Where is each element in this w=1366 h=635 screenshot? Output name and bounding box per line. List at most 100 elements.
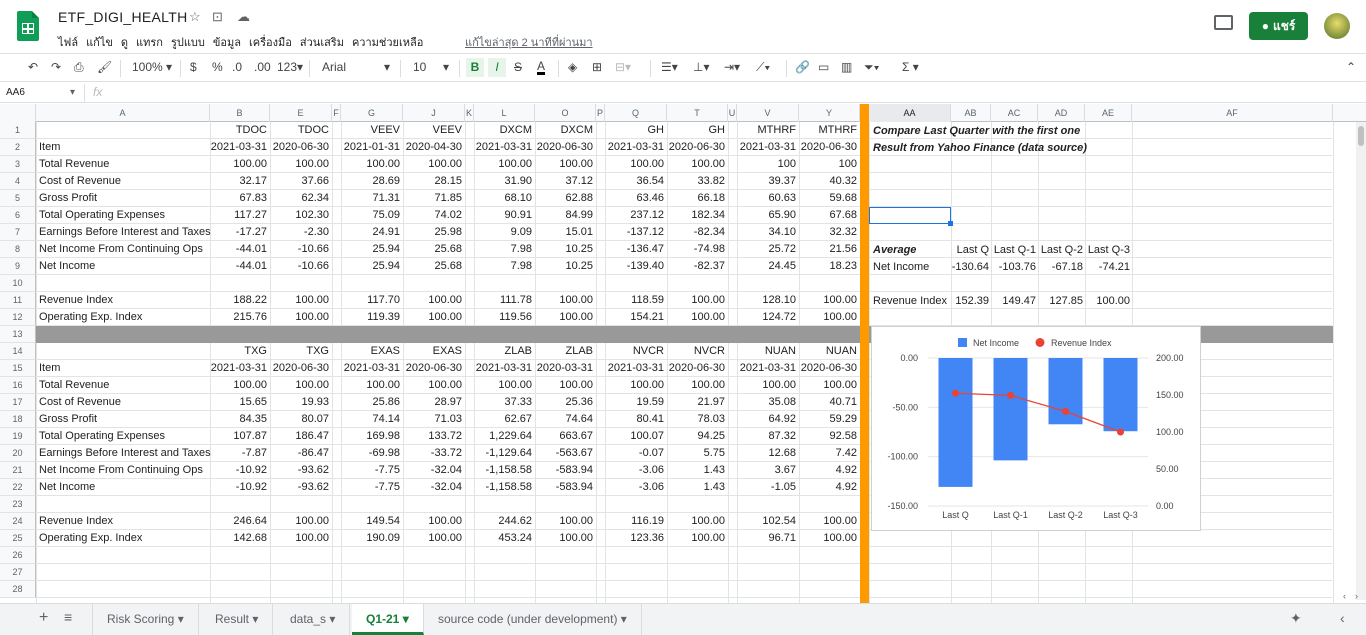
cell[interactable]: -74.98 [667, 241, 725, 257]
horizontal-align-icon[interactable]: ☰▾ [661, 60, 678, 74]
cell[interactable]: 37.33 [474, 394, 532, 410]
cell[interactable]: 118.59 [605, 292, 664, 308]
cell[interactable]: 71.03 [403, 411, 462, 427]
cell[interactable]: -69.98 [341, 445, 400, 461]
cell[interactable]: 663.67 [535, 428, 593, 444]
cell[interactable]: 100.00 [474, 377, 532, 393]
cell[interactable]: 2020-06-30 [799, 360, 857, 376]
column-header-selected[interactable]: AA [869, 104, 951, 122]
cell[interactable]: 7.42 [799, 445, 857, 461]
cell[interactable]: TDOC [210, 122, 267, 138]
cell[interactable]: 68.10 [474, 190, 532, 206]
row-header[interactable]: 15 [0, 360, 36, 377]
cell[interactable]: 94.25 [667, 428, 725, 444]
cell[interactable]: 100.00 [535, 377, 593, 393]
cell[interactable]: 169.98 [341, 428, 400, 444]
column-header[interactable]: AD [1038, 104, 1085, 122]
cell[interactable]: 453.24 [474, 530, 532, 546]
scroll-right-icon[interactable]: › [1355, 591, 1358, 601]
cell[interactable]: 92.58 [799, 428, 857, 444]
bold-button[interactable]: B [466, 58, 484, 77]
cell[interactable]: 1,229.64 [474, 428, 532, 444]
column-header[interactable]: E [270, 104, 332, 122]
cell[interactable]: -10.66 [270, 258, 329, 274]
cell[interactable]: 31.90 [474, 173, 532, 189]
cell[interactable]: 100.00 [403, 309, 462, 325]
all-sheets-icon[interactable]: ≡ [64, 609, 72, 625]
cell[interactable]: TXG [210, 343, 267, 359]
cell[interactable]: -1,129.64 [474, 445, 532, 461]
cell[interactable]: 59.29 [799, 411, 857, 427]
cell[interactable]: 37.12 [535, 173, 593, 189]
cell[interactable]: 100.00 [535, 156, 593, 172]
text-wrap-icon[interactable]: ⇥▾ [724, 60, 740, 74]
column-header[interactable]: P [596, 104, 605, 122]
cell[interactable]: -7.75 [341, 462, 400, 478]
cell[interactable]: NUAN [799, 343, 857, 359]
cell[interactable]: 111.78 [474, 292, 532, 308]
cell[interactable]: 67.83 [210, 190, 267, 206]
cell[interactable]: 100.00 [799, 377, 857, 393]
cell[interactable]: 2021-03-31 [474, 139, 532, 155]
column-header[interactable]: AC [991, 104, 1038, 122]
menu-insert[interactable]: แทรก [136, 33, 163, 51]
column-header[interactable]: O [535, 104, 596, 122]
column-header[interactable]: Q [605, 104, 667, 122]
cell[interactable]: 186.47 [270, 428, 329, 444]
column-header[interactable]: G [341, 104, 403, 122]
insert-comment-icon[interactable]: ▭ [818, 60, 829, 74]
row-header[interactable]: 18 [0, 411, 36, 428]
cell[interactable]: 24.45 [737, 258, 796, 274]
cell[interactable]: 19.93 [270, 394, 329, 410]
star-icon[interactable]: ☆ [189, 9, 201, 25]
row-header[interactable]: 28 [0, 581, 36, 598]
cell[interactable]: 100.00 [403, 513, 462, 529]
cell[interactable]: 90.91 [474, 207, 532, 223]
cell[interactable]: 237.12 [605, 207, 664, 223]
row-header[interactable]: 6 [0, 207, 36, 224]
cell[interactable]: 2020-06-30 [667, 139, 725, 155]
summary-cell[interactable]: 100.00 [1085, 293, 1130, 309]
cell[interactable]: 100.00 [270, 377, 329, 393]
currency-format-button[interactable]: $ [190, 60, 197, 74]
menu-file[interactable]: ไฟล์ [58, 33, 78, 51]
cell[interactable]: 24.91 [341, 224, 400, 240]
cell[interactable]: 2021-03-31 [474, 360, 532, 376]
row-header[interactable]: 5 [0, 190, 36, 207]
cell[interactable]: 62.34 [270, 190, 329, 206]
cell[interactable]: 100.00 [605, 377, 664, 393]
cell[interactable]: Revenue Index [39, 513, 210, 529]
cell[interactable]: -139.40 [605, 258, 664, 274]
account-avatar[interactable] [1324, 13, 1350, 39]
cell[interactable]: 100.00 [403, 377, 462, 393]
cell[interactable]: 96.71 [737, 530, 796, 546]
cell[interactable]: 100.00 [403, 292, 462, 308]
cell[interactable]: 64.92 [737, 411, 796, 427]
cell[interactable]: 15.65 [210, 394, 267, 410]
row-header[interactable]: 24 [0, 513, 36, 530]
cell[interactable]: -17.27 [210, 224, 267, 240]
column-header[interactable]: J [403, 104, 465, 122]
cell[interactable]: ZLAB [474, 343, 532, 359]
cell[interactable]: 100.00 [737, 377, 796, 393]
row-header[interactable]: 19 [0, 428, 36, 445]
menu-format[interactable]: รูปแบบ [171, 33, 205, 51]
cell[interactable]: 100.00 [403, 156, 462, 172]
cell[interactable]: 33.82 [667, 173, 725, 189]
cell[interactable]: EXAS [403, 343, 462, 359]
row-header[interactable]: 27 [0, 564, 36, 581]
cell[interactable]: 100.00 [210, 377, 267, 393]
row-header[interactable]: 9 [0, 258, 36, 275]
row-header[interactable]: 12 [0, 309, 36, 326]
cell[interactable]: -7.87 [210, 445, 267, 461]
cell[interactable]: Net Income [39, 258, 210, 274]
cell[interactable]: 100.00 [535, 309, 593, 325]
cell[interactable]: Cost of Revenue [39, 394, 210, 410]
cell[interactable]: 133.72 [403, 428, 462, 444]
redo-icon[interactable]: ↷ [51, 60, 61, 74]
cell[interactable]: EXAS [341, 343, 400, 359]
summary-cell[interactable]: 149.47 [991, 293, 1036, 309]
cell[interactable]: 100.00 [667, 530, 725, 546]
cell[interactable]: 182.34 [667, 207, 725, 223]
cell[interactable]: 2021-01-31 [341, 139, 400, 155]
